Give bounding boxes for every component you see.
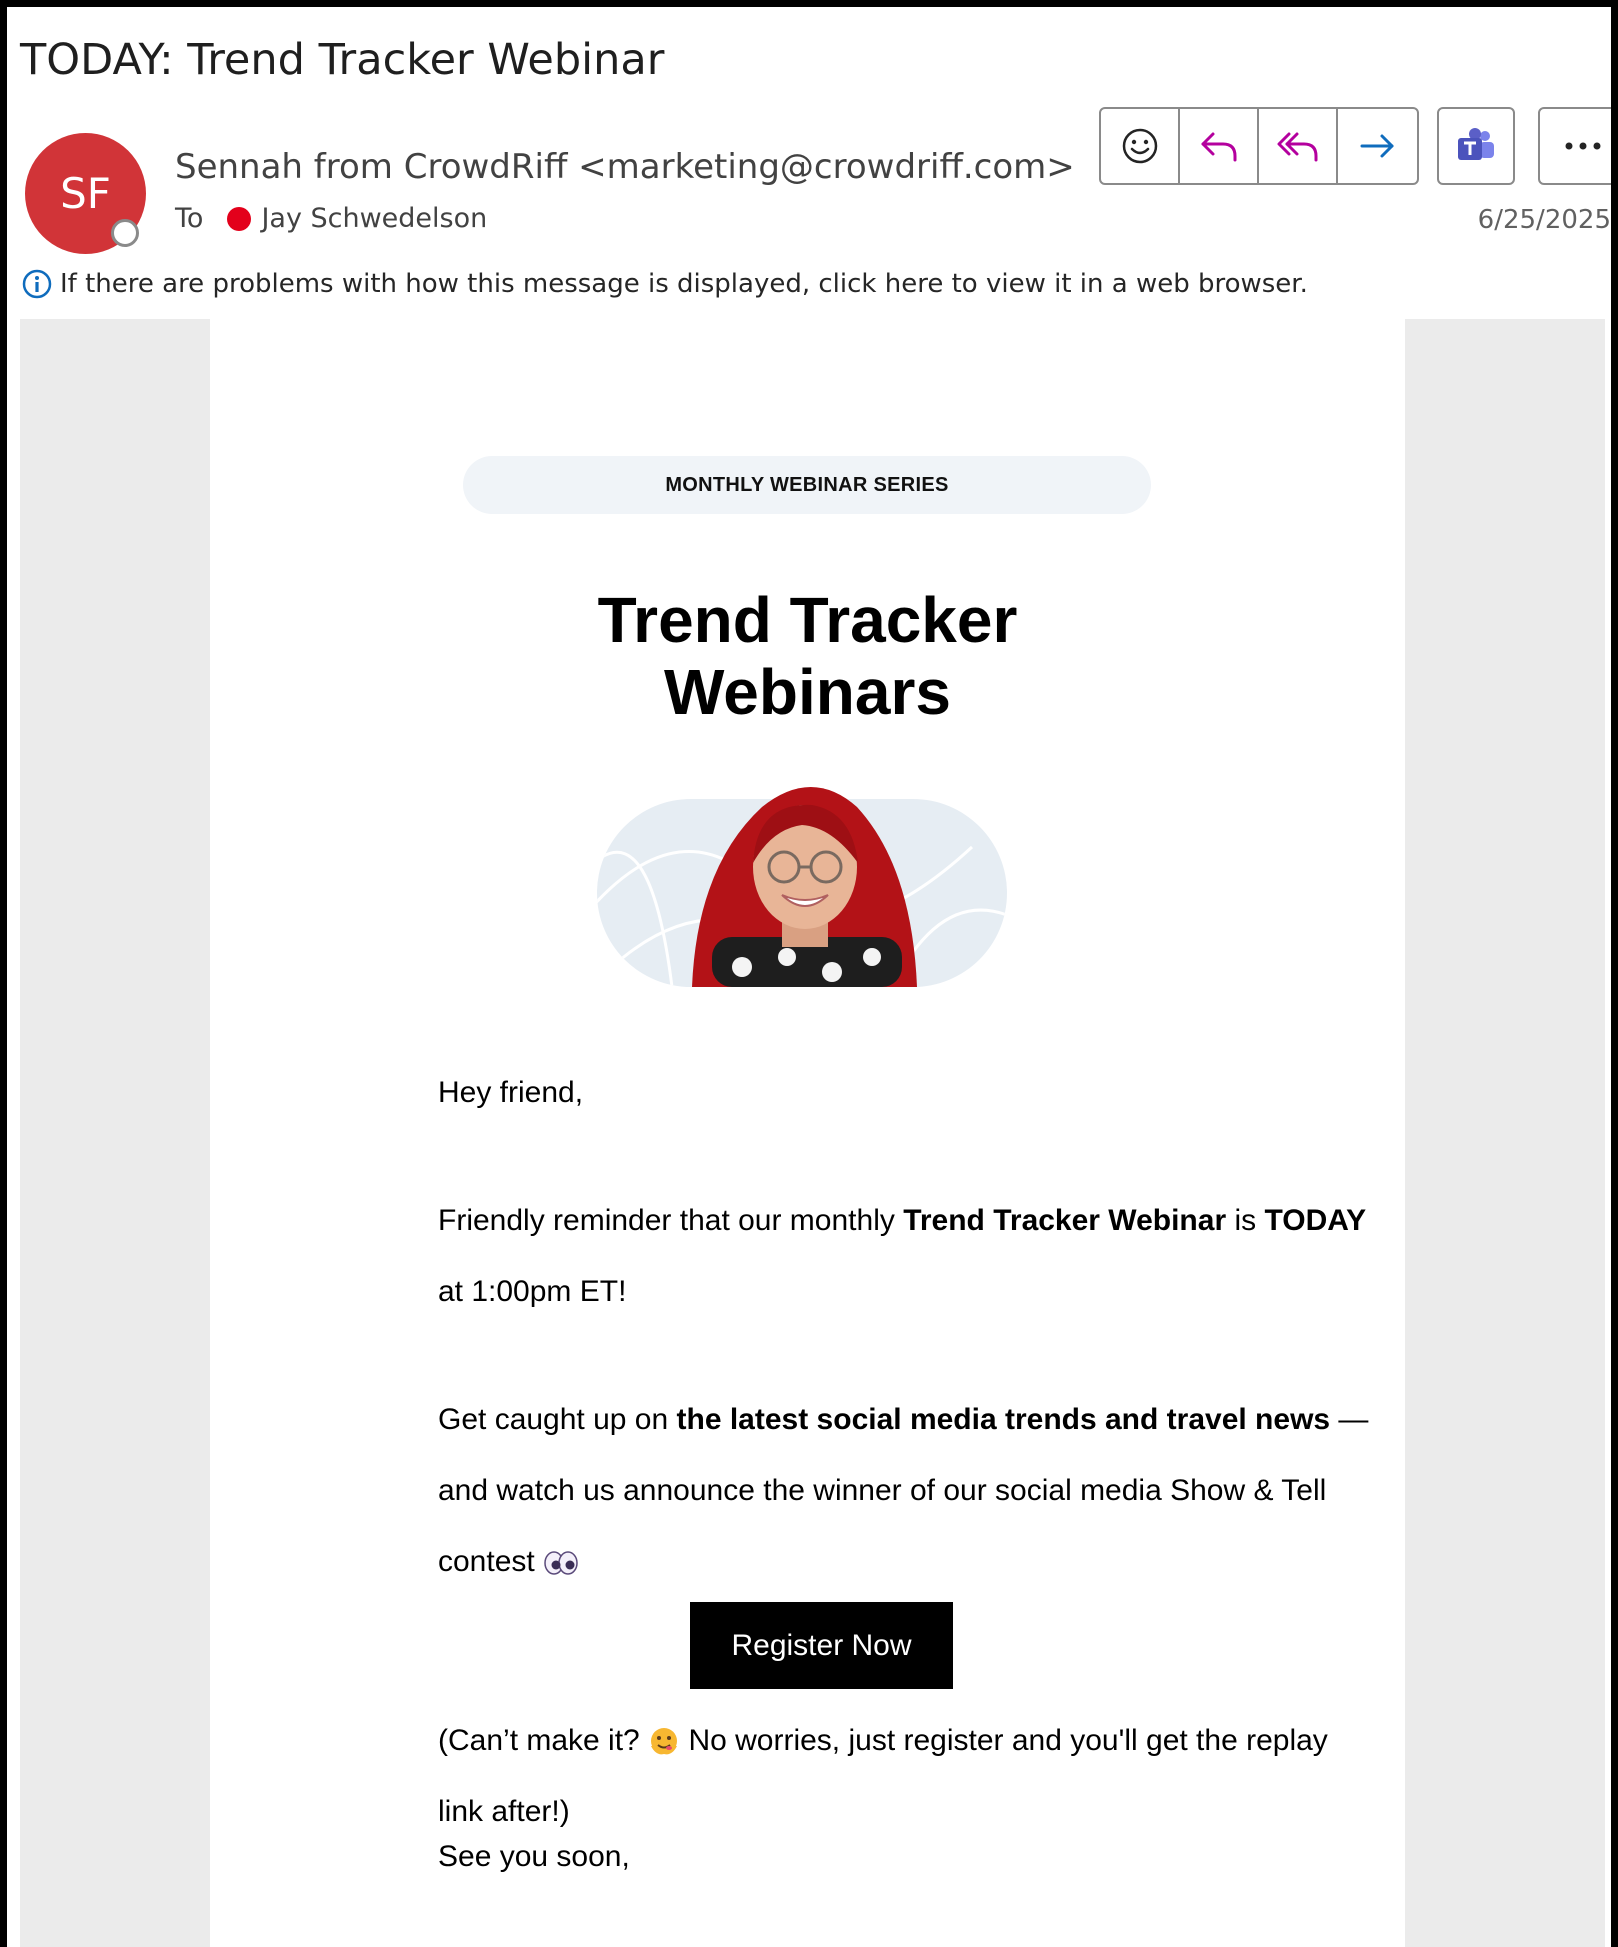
reply-icon — [1201, 132, 1236, 162]
email-body-canvas: MONTHLY WEBINAR SERIES Trend Tracker Web… — [20, 319, 1605, 1947]
react-button[interactable] — [1101, 109, 1180, 183]
recipient-name[interactable]: Jay Schwedelson — [261, 203, 487, 234]
avatar-initials: SF — [60, 169, 111, 218]
teams-button[interactable] — [1437, 107, 1515, 185]
display-problem-notice[interactable]: If there are problems with how this mess… — [22, 269, 1308, 299]
reminder-today: TODAY — [1264, 1204, 1367, 1237]
message-actions — [1099, 107, 1419, 185]
reminder-text-1: Friendly reminder that our monthly — [438, 1204, 904, 1237]
signoff-paragraph: See you soon, — [438, 1840, 630, 1873]
forward-icon — [1360, 134, 1393, 158]
recipient-line: To Jay Schwedelson — [175, 203, 487, 234]
reply-all-icon — [1277, 132, 1317, 162]
cant-text-1: (Can’t make it? — [438, 1724, 640, 1757]
more-actions-button[interactable] — [1538, 107, 1611, 185]
headline-line-1: Trend Tracker — [597, 584, 1018, 656]
more-icon — [1565, 142, 1601, 150]
info-icon — [22, 269, 52, 299]
register-now-button[interactable]: Register Now — [690, 1602, 953, 1689]
email-subject: TODAY: Trend Tracker Webinar — [20, 35, 665, 85]
sender-name[interactable]: Sennah from CrowdRiff <marketing@crowdri… — [175, 147, 1075, 187]
presence-status-icon — [111, 219, 139, 247]
catchup-paragraph: Get caught up on the latest social media… — [438, 1384, 1378, 1597]
received-date: 6/25/2025 — [1477, 205, 1611, 235]
to-label: To — [175, 203, 204, 234]
reminder-paragraph: Friendly reminder that our monthly Trend… — [438, 1185, 1378, 1327]
hero-host-image — [597, 787, 1007, 987]
notice-text: If there are problems with how this mess… — [60, 269, 1308, 299]
eyes-emoji-icon — [544, 1551, 578, 1575]
emoji-icon — [1122, 128, 1157, 164]
teams-icon — [1458, 128, 1494, 160]
catchup-text-1: Get caught up on — [438, 1403, 677, 1436]
email-content: MONTHLY WEBINAR SERIES Trend Tracker Web… — [210, 319, 1405, 1947]
reminder-webinar-name: Trend Tracker Webinar — [903, 1204, 1227, 1237]
webinar-headline: Trend Tracker Webinars — [210, 584, 1405, 728]
forward-button[interactable] — [1338, 109, 1417, 183]
reply-all-button[interactable] — [1259, 109, 1338, 183]
reminder-text-3: at 1:00pm ET! — [438, 1275, 627, 1308]
series-pill: MONTHLY WEBINAR SERIES — [463, 456, 1151, 514]
melting-face-emoji-icon — [651, 1728, 678, 1755]
reminder-text-2: is — [1226, 1204, 1265, 1237]
reading-pane: TODAY: Trend Tracker Webinar SF Sennah f… — [7, 7, 1611, 1947]
reply-button[interactable] — [1180, 109, 1259, 183]
catchup-bold: the latest social media trends and trave… — [676, 1403, 1331, 1436]
greeting-paragraph: Hey friend, — [438, 1076, 584, 1109]
busy-status-icon — [227, 206, 252, 231]
headline-line-2: Webinars — [664, 656, 951, 728]
